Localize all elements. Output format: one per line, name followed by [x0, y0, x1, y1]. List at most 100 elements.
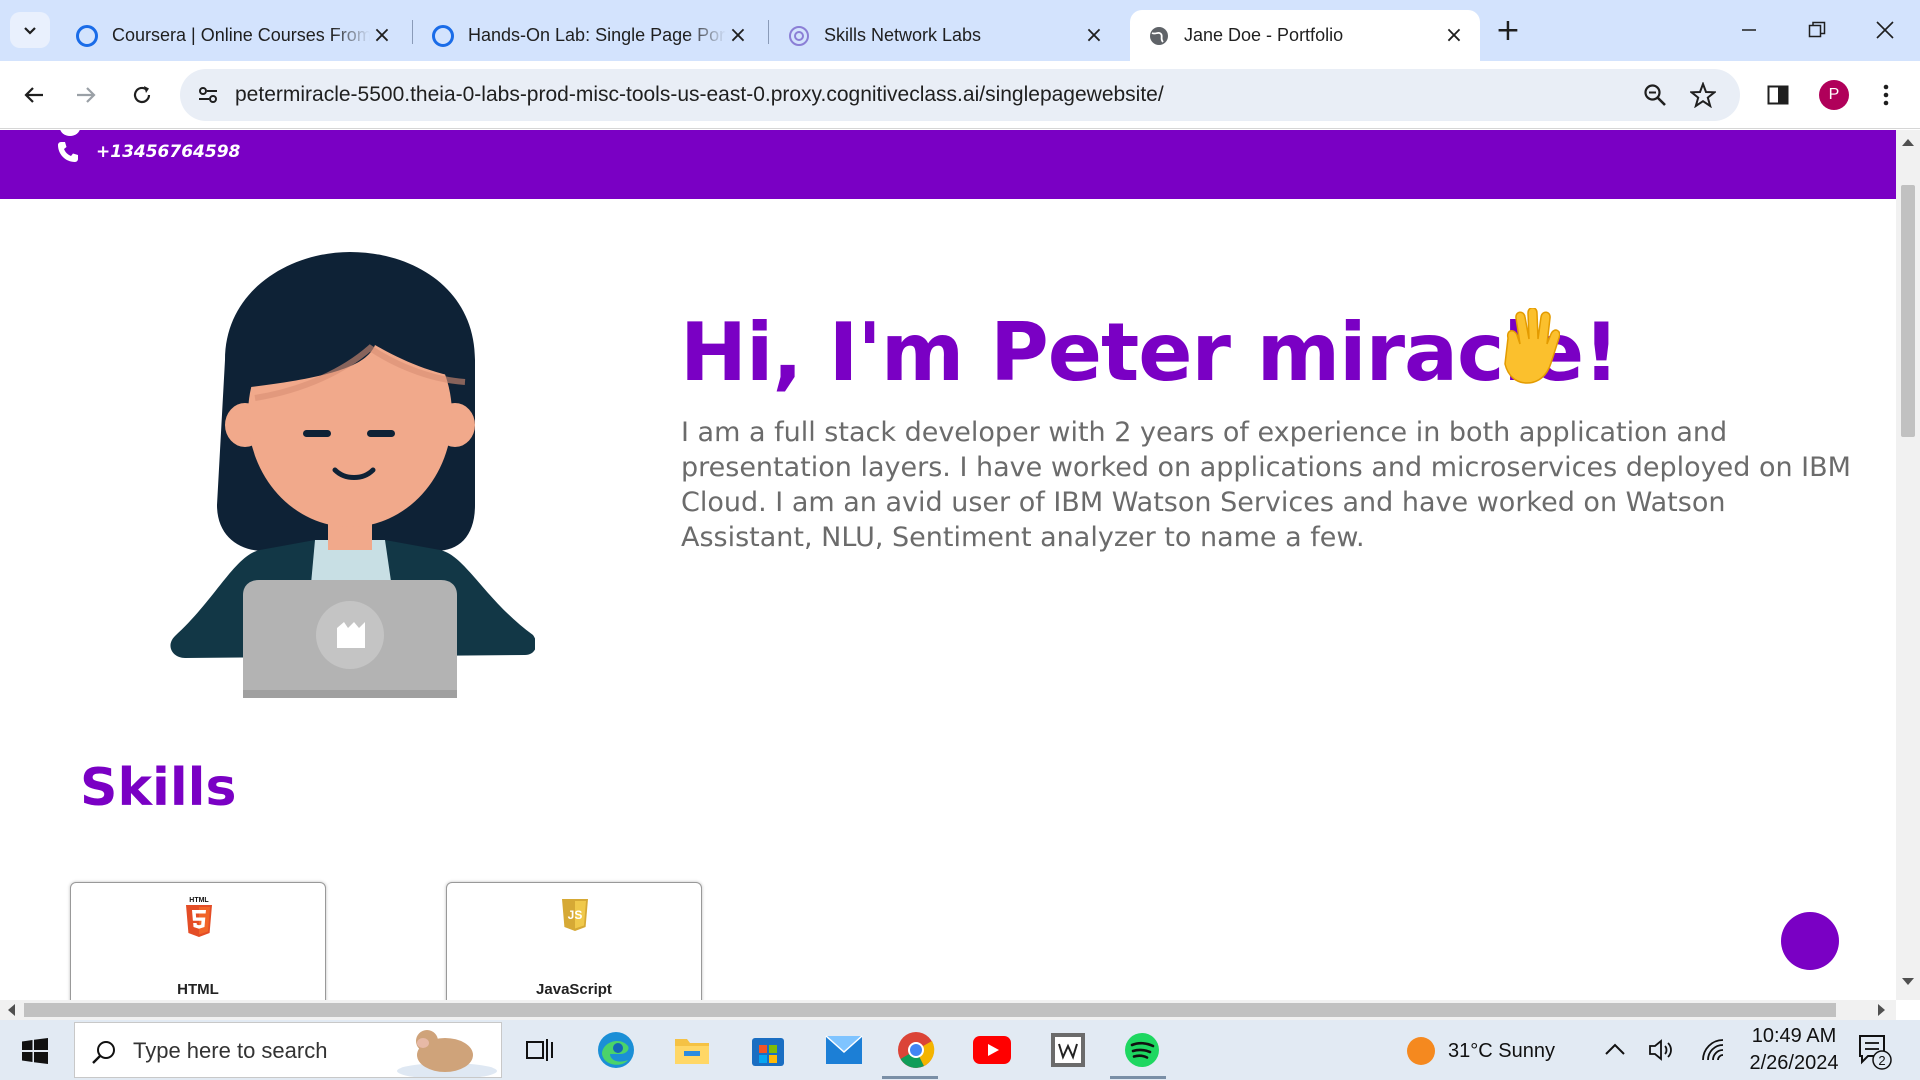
reload-button[interactable] — [122, 75, 162, 115]
profile-avatar[interactable]: P — [1819, 80, 1849, 110]
arrow-left-icon — [24, 87, 43, 103]
search-icon — [92, 1041, 115, 1064]
phone-number[interactable]: +13456764598 — [96, 142, 240, 162]
close-icon[interactable]: × — [1082, 23, 1106, 48]
floating-action-button[interactable] — [1781, 912, 1839, 970]
edge-app[interactable] — [594, 1028, 638, 1072]
back-button[interactable] — [14, 75, 54, 115]
tab-title: Hands-On Lab: Single Page Port — [468, 25, 726, 45]
vertical-scroll-thumb[interactable] — [1901, 185, 1915, 437]
wikipedia-app[interactable] — [1046, 1028, 1090, 1072]
javascript-icon: JS — [562, 899, 588, 931]
close-icon[interactable]: × — [1442, 23, 1466, 48]
tab-search-button[interactable] — [10, 12, 50, 48]
arrow-right-icon — [77, 87, 96, 103]
close-window-button[interactable] — [1860, 8, 1910, 52]
minimize-icon — [1742, 29, 1756, 31]
developer-illustration — [170, 252, 535, 698]
hero-bio: I am a full stack developer with 2 years… — [681, 417, 1851, 553]
chrome-icon — [898, 1032, 935, 1068]
zoom-icon[interactable] — [1641, 81, 1669, 109]
horizontal-scroll-thumb[interactable] — [24, 1003, 1836, 1017]
phone-icon — [58, 142, 78, 162]
email-icon — [60, 130, 80, 136]
wifi-icon[interactable] — [1700, 1038, 1726, 1062]
tab-separator — [412, 20, 413, 44]
spotify-app[interactable] — [1120, 1028, 1164, 1072]
menu-button[interactable] — [1866, 75, 1906, 115]
site-settings-icon[interactable] — [194, 81, 222, 109]
spotify-icon — [1125, 1033, 1159, 1067]
skill-label: JavaScript — [536, 981, 612, 998]
weather-sun-icon — [1407, 1037, 1435, 1065]
waving-hand-icon — [1504, 308, 1560, 384]
youtube-app[interactable] — [970, 1028, 1014, 1072]
more-vertical-icon — [1883, 84, 1889, 106]
restore-icon — [1808, 21, 1826, 38]
scroll-right-arrow-icon[interactable] — [1878, 1004, 1886, 1016]
clock-date[interactable]: 2/26/2024 — [1745, 1052, 1843, 1075]
store-icon — [752, 1038, 784, 1066]
folder-icon — [675, 1039, 709, 1064]
weather-text[interactable]: 31°C Sunny — [1448, 1040, 1555, 1063]
chevron-up-icon[interactable] — [1604, 1042, 1626, 1056]
restore-button[interactable] — [1792, 8, 1842, 52]
clock-time[interactable]: 10:49 AM — [1748, 1025, 1840, 1048]
search-placeholder: Type here to search — [133, 1038, 328, 1063]
globe-icon — [1148, 25, 1170, 47]
tab-title: Skills Network Labs — [824, 25, 982, 45]
windows-start-icon[interactable] — [22, 1038, 48, 1064]
html5-icon: HTML — [186, 897, 212, 937]
windows-taskbar: Type here to search 31°C Sunny 10:49 AM … — [0, 1020, 1920, 1080]
tab-separator — [768, 20, 769, 44]
skill-label: HTML — [177, 981, 219, 998]
edge-icon — [598, 1032, 634, 1068]
tab-skills-network[interactable]: Skills Network Labs × — [770, 10, 1120, 61]
coursera-icon — [432, 24, 454, 47]
browser-tab-strip: Coursera | Online Courses From × Hands-O… — [0, 0, 1920, 61]
skill-card-html[interactable]: HTML HTML — [70, 882, 326, 1000]
tab-portfolio[interactable]: Jane Doe - Portfolio × — [1130, 10, 1480, 61]
notification-icon[interactable]: 2 — [1858, 1034, 1892, 1070]
forward-button[interactable] — [66, 75, 106, 115]
tab-coursera[interactable]: Coursera | Online Courses From × — [58, 10, 408, 61]
chrome-app[interactable] — [894, 1028, 938, 1072]
notification-count: 2 — [1878, 1053, 1885, 1068]
bookmark-star-icon[interactable] — [1689, 81, 1717, 109]
close-icon[interactable]: × — [370, 23, 394, 48]
tab-title: Jane Doe - Portfolio — [1184, 25, 1344, 45]
reload-icon — [133, 86, 151, 104]
hero-title: Hi, I'm Peter miracle! — [680, 306, 1620, 399]
minimize-button[interactable] — [1724, 8, 1774, 52]
close-icon — [1876, 21, 1894, 39]
mail-icon — [825, 1035, 863, 1064]
coursera-icon — [76, 24, 98, 47]
page-viewport: +13456764598 Hi, I'm Peter miracle! I am… — [0, 130, 1896, 1000]
contact-phone: +13456764598 — [56, 140, 240, 164]
microsoft-store-app[interactable] — [746, 1028, 790, 1072]
tab-hands-on-lab[interactable]: Hands-On Lab: Single Page Port × — [414, 10, 764, 61]
task-view-button[interactable] — [518, 1028, 562, 1072]
new-tab-button[interactable]: + — [1492, 13, 1524, 48]
tab-title: Coursera | Online Courses From — [112, 25, 370, 45]
close-icon[interactable]: × — [726, 23, 750, 48]
address-bar[interactable]: petermiracle-5500.theia-0-labs-prod-misc… — [180, 69, 1740, 121]
scroll-left-arrow-icon[interactable] — [7, 1004, 15, 1016]
chevron-down-icon — [24, 27, 36, 35]
vertical-scrollbar[interactable] — [1896, 130, 1920, 1000]
scroll-down-arrow-icon[interactable] — [1902, 978, 1914, 986]
skill-card-javascript[interactable]: JS JavaScript — [446, 882, 702, 1000]
horizontal-scrollbar[interactable] — [0, 1000, 1896, 1020]
file-explorer-app[interactable] — [670, 1028, 714, 1072]
mail-app[interactable] — [822, 1028, 866, 1072]
active-app-indicator — [882, 1076, 938, 1079]
scroll-up-arrow-icon[interactable] — [1902, 138, 1914, 146]
url-text[interactable]: petermiracle-5500.theia-0-labs-prod-misc… — [235, 83, 1164, 107]
browser-toolbar: petermiracle-5500.theia-0-labs-prod-misc… — [0, 61, 1920, 129]
taskbar-search-box[interactable]: Type here to search — [74, 1022, 502, 1078]
side-panel-icon — [1767, 85, 1789, 105]
side-panel-button[interactable] — [1758, 75, 1798, 115]
speaker-icon[interactable] — [1648, 1038, 1676, 1062]
site-header: +13456764598 — [0, 130, 1896, 199]
active-app-indicator — [1110, 1076, 1166, 1079]
